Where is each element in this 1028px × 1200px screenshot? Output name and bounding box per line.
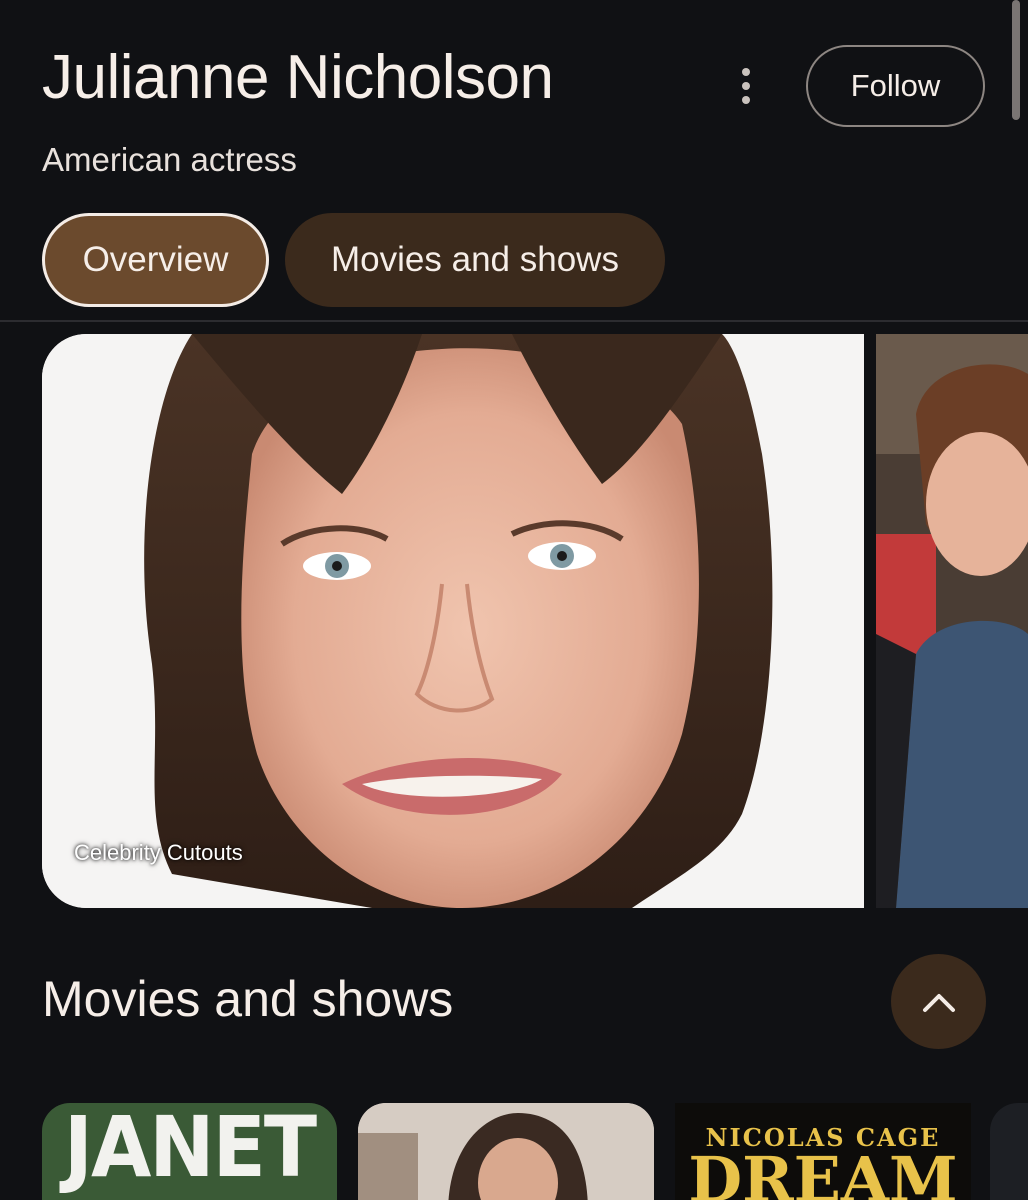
poster-card[interactable]: NICOLAS CAGE DREAM xyxy=(675,1103,971,1200)
poster-card[interactable]: JANET xyxy=(42,1103,337,1200)
tab-overview[interactable]: Overview xyxy=(42,213,269,307)
chevron-up-icon xyxy=(922,993,955,1012)
poster-title: JANET xyxy=(63,1103,317,1197)
scrollbar[interactable] xyxy=(1012,0,1020,120)
secondary-image[interactable] xyxy=(876,334,1028,908)
street-photo-image xyxy=(876,334,1028,908)
follow-button[interactable]: Follow xyxy=(806,45,985,127)
main-image[interactable]: Celebrity Cutouts xyxy=(42,334,864,908)
section-title: Movies and shows xyxy=(42,971,454,1027)
divider xyxy=(0,320,1028,322)
portrait-image xyxy=(42,334,864,908)
image-source-caption: Celebrity Cutouts xyxy=(74,840,243,865)
more-vert-icon xyxy=(742,68,750,76)
poster-card[interactable] xyxy=(358,1103,654,1200)
poster-card[interactable] xyxy=(990,1103,1028,1200)
page-subtitle: American actress xyxy=(42,141,297,178)
page-title: Julianne Nicholson xyxy=(42,43,554,112)
collapse-button[interactable] xyxy=(891,954,986,1049)
poster-image xyxy=(358,1103,654,1200)
tab-movies-and-shows[interactable]: Movies and shows xyxy=(285,213,665,307)
poster-title: DREAM xyxy=(688,1143,958,1200)
more-options-button[interactable] xyxy=(728,64,764,108)
